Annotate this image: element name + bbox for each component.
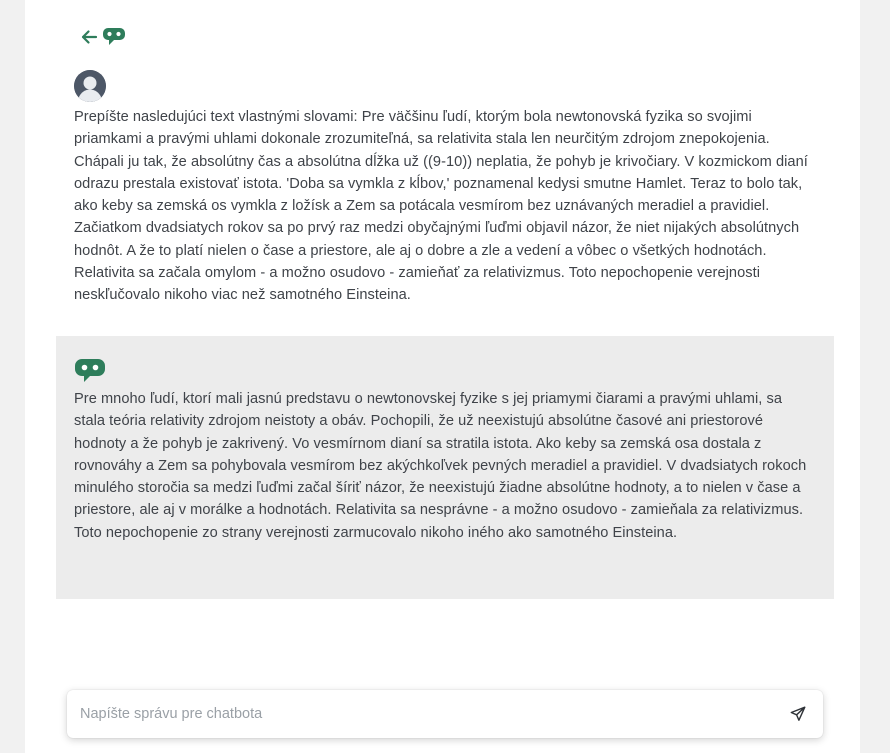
chat-bubble-icon — [103, 28, 125, 45]
top-bar — [80, 26, 126, 48]
arrow-left-icon — [81, 30, 98, 44]
send-icon — [790, 706, 806, 721]
logo — [102, 27, 126, 47]
message-input[interactable] — [80, 706, 786, 722]
bot-message-text: Pre mnoho ľudí, ktorí mali jasnú predsta… — [74, 391, 807, 541]
back-button[interactable] — [80, 28, 98, 46]
user-message-text: Prepíšte nasledujúci text vlastnými slov… — [74, 109, 808, 304]
user-avatar-icon — [74, 70, 106, 102]
bot-message: Pre mnoho ľudí, ktorí mali jasnú predsta… — [56, 336, 834, 599]
send-button[interactable] — [786, 702, 810, 726]
message-composer — [67, 690, 823, 738]
user-message: Prepíšte nasledujúci text vlastnými slov… — [56, 70, 834, 307]
chat-bubble-icon — [75, 359, 105, 382]
